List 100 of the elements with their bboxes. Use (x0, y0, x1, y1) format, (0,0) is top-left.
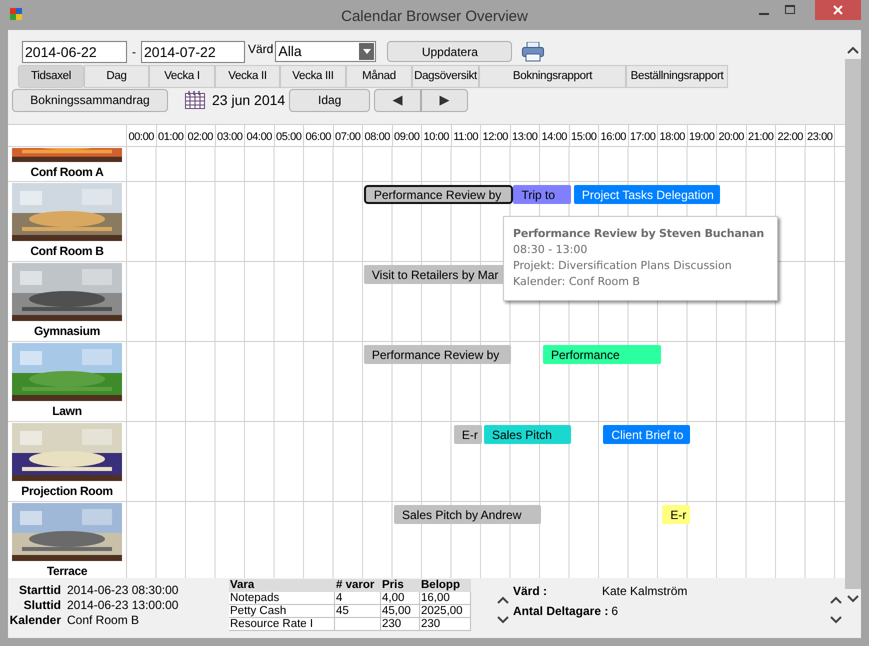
table-cell: 4 (335, 592, 381, 604)
view-tab[interactable]: Tidsaxel (18, 65, 84, 88)
app-icon (10, 8, 22, 20)
hour-label: 17:00 (628, 125, 658, 146)
detail-label: Kalender (8, 612, 61, 628)
update-button[interactable]: Uppdatera (387, 41, 512, 62)
column-header: Pris (381, 579, 405, 592)
hour-label: 14:00 (540, 125, 570, 146)
previous-button[interactable]: ◀ (374, 88, 422, 112)
hour-label: 18:00 (658, 125, 688, 146)
view-tab[interactable]: Vecka III (280, 65, 346, 88)
event-block[interactable]: Visit to Retailers by Mar (364, 265, 505, 284)
scroll-up-icon[interactable] (497, 596, 509, 604)
table-cell: 45,00 (381, 605, 420, 617)
hour-label: 15:00 (570, 125, 599, 146)
start-date-field[interactable]: 2014-06-22 (22, 40, 127, 62)
host-label: Värd (248, 41, 274, 58)
summary-button[interactable]: Bokningssammandrag (12, 88, 168, 112)
printer-icon[interactable] (522, 42, 544, 62)
today-button[interactable]: Idag (289, 88, 370, 112)
scroll-down-icon[interactable] (497, 616, 509, 624)
room-name: Projection Room (21, 483, 113, 500)
table-cell: 2025,00 (420, 605, 471, 617)
table-cell: 230 (420, 618, 471, 630)
table-cell: Resource Rate I (229, 618, 335, 630)
scroll-up-icon[interactable] (830, 596, 842, 604)
attendees-label: Antal Deltagare : (513, 603, 608, 620)
column-header: Vara (229, 579, 256, 592)
host-name: Kate Kalmström (602, 583, 688, 600)
view-tab[interactable]: Vecka I (149, 65, 215, 88)
host-dropdown[interactable]: Alla (275, 41, 376, 62)
tooltip-calendar: Kalender: Conf Room B (513, 274, 640, 290)
hour-label: 16:00 (599, 125, 628, 146)
detail-value: Conf Room B (67, 612, 140, 628)
room-name: Lawn (52, 403, 82, 420)
window-title: Calendar Browser Overview (340, 7, 529, 27)
view-tab[interactable]: Bokningsrapport (479, 65, 626, 88)
hour-label: 03:00 (216, 125, 245, 146)
maximize-icon[interactable] (785, 5, 795, 15)
view-tab[interactable]: Dagsöversikt (412, 65, 479, 88)
hour-label: 08:00 (363, 125, 392, 146)
hour-label: 13:00 (510, 125, 540, 146)
event-block[interactable]: Performance Review by (364, 185, 513, 204)
hour-label: 10:00 (422, 125, 452, 146)
date-separator: - (132, 44, 136, 60)
tooltip-project: Projekt: Diversification Plans Discussion (513, 258, 732, 274)
detail-label: Sluttid (22, 596, 61, 614)
hour-label: 20:00 (717, 125, 746, 146)
room-name: Gymnasium (34, 323, 100, 340)
table-cell: 4,00 (381, 592, 420, 604)
event-block[interactable]: E-r (662, 505, 690, 524)
view-tab[interactable]: Dag (84, 65, 149, 88)
view-tab[interactable]: Månad (346, 65, 412, 88)
event-block[interactable]: Performance (542, 345, 661, 364)
view-tab[interactable]: Beställningsrapport (626, 65, 728, 88)
dropdown-caret-icon (362, 49, 371, 54)
tooltip-time: 08:30 - 13:00 (513, 242, 588, 258)
end-date-field[interactable]: 2014-07-22 (141, 40, 245, 62)
view-tab[interactable]: Vecka II (215, 65, 280, 88)
detail-value: 2014-06-23 13:00:00 (67, 596, 178, 614)
room-name: Terrace (46, 563, 88, 578)
hour-label: 07:00 (334, 125, 363, 146)
hour-label: 05:00 (274, 125, 304, 146)
event-block[interactable]: Sales Pitch by Andrew (394, 505, 542, 524)
detail-value: 2014-06-23 08:30:00 (67, 582, 178, 598)
host-label: Värd : (513, 583, 548, 600)
hour-label: 06:00 (304, 125, 334, 146)
event-block[interactable]: Project Tasks Delegation (574, 185, 720, 204)
hour-label: 21:00 (746, 125, 776, 146)
scroll-down-icon[interactable] (830, 616, 842, 624)
hour-label: 11:00 (452, 125, 481, 146)
scroll-down-icon[interactable] (847, 595, 859, 603)
event-block[interactable]: E-r (454, 425, 482, 444)
hour-label: 00:00 (127, 125, 156, 146)
event-block[interactable]: Performance Review by (364, 345, 512, 364)
table-cell: Notepads (229, 592, 335, 604)
hour-label: 19:00 (688, 125, 717, 146)
event-block[interactable]: Trip to (513, 185, 571, 204)
event-block[interactable]: Client Brief to (603, 425, 690, 444)
close-button[interactable] (815, 0, 861, 20)
scroll-up-icon[interactable] (847, 46, 859, 54)
calendar-icon[interactable] (185, 91, 205, 109)
hour-label: 22:00 (776, 125, 806, 146)
detail-label: Starttid (18, 582, 61, 598)
current-date: 23 jun 2014 (212, 90, 286, 110)
table-cell: Petty Cash (229, 605, 335, 617)
next-button[interactable]: ▶ (421, 88, 468, 112)
room-name: Conf Room B (30, 243, 104, 260)
hour-label: 02:00 (186, 125, 216, 146)
table-cell: 230 (381, 618, 420, 630)
column-header: # varor (335, 579, 376, 592)
close-icon (833, 5, 843, 15)
hour-label: 12:00 (481, 125, 510, 146)
table-cell: 45 (335, 605, 381, 617)
attendees-count: 6 (611, 603, 618, 620)
table-cell: 16,00 (420, 592, 471, 604)
room-name: Conf Room A (30, 164, 104, 181)
hour-label: 09:00 (392, 125, 422, 146)
event-block[interactable]: Sales Pitch (484, 425, 571, 444)
hour-label: 01:00 (156, 125, 186, 146)
